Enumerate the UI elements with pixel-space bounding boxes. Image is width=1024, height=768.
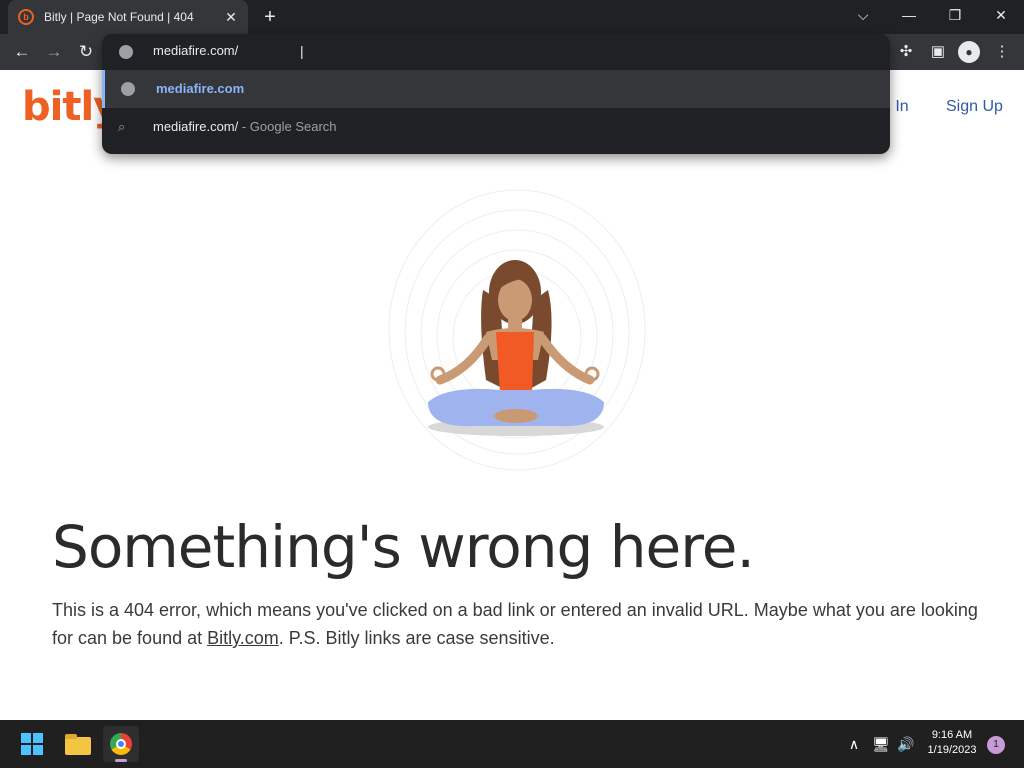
restore-button[interactable]: ❐ bbox=[932, 0, 978, 32]
omnibox-dropdown: mediafire.com/ | mediafire.com ⌕ mediafi… bbox=[102, 34, 890, 154]
suggestion-item-mediafire[interactable]: mediafire.com bbox=[102, 70, 890, 108]
text-cursor: | bbox=[300, 43, 304, 59]
suggestion-source: - Google Search bbox=[238, 119, 337, 134]
menu-icon[interactable]: ⋮ bbox=[990, 40, 1014, 64]
show-hidden-icons-chevron[interactable]: ∧ bbox=[844, 734, 864, 754]
windows-taskbar: ∧ 🖥 🔊 9:16 AM 1/19/2023 bbox=[0, 720, 1024, 768]
suggestion-text: mediafire.com/ - Google Search bbox=[153, 119, 337, 134]
folder-tab-icon bbox=[65, 734, 77, 739]
file-explorer-button[interactable] bbox=[59, 726, 95, 762]
tab-close-icon[interactable]: ✕ bbox=[222, 8, 240, 26]
tab-title: Bitly | Page Not Found | 404 bbox=[44, 10, 194, 24]
clock-date: 1/19/2023 bbox=[927, 744, 977, 756]
globe-icon bbox=[119, 45, 133, 59]
forward-button[interactable]: → bbox=[42, 40, 66, 64]
network-icon[interactable]: 🖥 bbox=[871, 734, 891, 754]
tab-bitly-404[interactable]: b Bitly | Page Not Found | 404 ✕ bbox=[8, 0, 248, 34]
extensions-icon[interactable]: ✣ bbox=[894, 40, 918, 64]
suggestion-item-google-search[interactable]: ⌕ mediafire.com/ - Google Search bbox=[102, 108, 890, 146]
start-icon bbox=[21, 733, 31, 743]
back-button[interactable]: ← bbox=[10, 40, 34, 64]
minimize-button[interactable]: — bbox=[886, 0, 932, 32]
tab-search-dropdown-icon[interactable]: ⌵ bbox=[840, 0, 886, 32]
start-icon bbox=[21, 745, 31, 755]
system-clock[interactable]: 9:16 AM 1/19/2023 bbox=[920, 728, 984, 758]
globe-icon bbox=[121, 82, 135, 96]
chrome-taskbar-button[interactable] bbox=[103, 726, 139, 762]
profile-avatar-icon[interactable]: ● bbox=[958, 41, 980, 63]
error-description: This is a 404 error, which means you've … bbox=[52, 596, 982, 652]
suggestion-query: mediafire.com/ bbox=[153, 119, 239, 134]
folder-icon bbox=[65, 737, 91, 755]
bitly-favicon-icon: b bbox=[18, 9, 34, 25]
start-button[interactable] bbox=[15, 726, 51, 762]
error-headline: Something's wrong here. bbox=[52, 513, 755, 581]
notification-badge[interactable]: 1 bbox=[987, 736, 1005, 754]
chrome-icon-center bbox=[116, 739, 126, 749]
address-input[interactable]: mediafire.com/ bbox=[153, 43, 238, 58]
start-icon bbox=[33, 733, 43, 743]
bitly-com-link[interactable]: Bitly.com bbox=[207, 628, 279, 648]
suggestion-text: mediafire.com bbox=[156, 81, 245, 96]
meditating-woman-illustration bbox=[388, 189, 646, 471]
address-bar[interactable]: mediafire.com/ | bbox=[102, 34, 890, 70]
start-icon bbox=[33, 745, 43, 755]
close-window-button[interactable]: ✕ bbox=[978, 0, 1024, 32]
clock-time: 9:16 AM bbox=[931, 729, 973, 741]
new-tab-button[interactable]: + bbox=[258, 5, 282, 29]
tab-strip: b Bitly | Page Not Found | 404 ✕ + ⌵ — ❐… bbox=[0, 0, 1024, 34]
active-app-indicator bbox=[115, 759, 127, 762]
error-description-tail: . P.S. Bitly links are case sensitive. bbox=[278, 628, 555, 648]
side-panel-icon[interactable]: ▣ bbox=[926, 40, 950, 64]
search-icon: ⌕ bbox=[118, 119, 126, 134]
volume-icon[interactable]: 🔊 bbox=[896, 734, 916, 754]
reload-button[interactable]: ↻ bbox=[74, 40, 98, 64]
sign-up-link[interactable]: Sign Up bbox=[946, 98, 1003, 116]
